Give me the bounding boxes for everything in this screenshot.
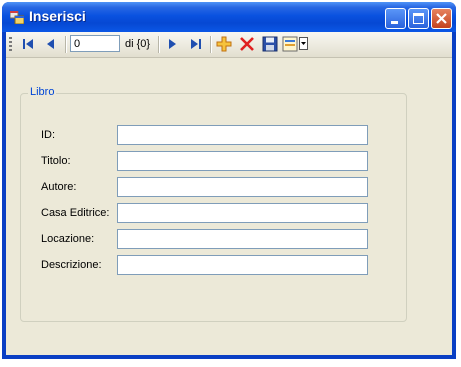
data-dropdown-icon[interactable] <box>281 35 299 53</box>
toolbar-separator <box>158 36 160 53</box>
toolbar-grip[interactable] <box>9 37 12 52</box>
locazione-field[interactable] <box>117 229 368 249</box>
close-button[interactable] <box>431 8 452 29</box>
delete-icon[interactable] <box>238 35 256 53</box>
chevron-down-icon[interactable] <box>299 37 308 50</box>
move-last-icon[interactable] <box>187 35 205 53</box>
position-input[interactable] <box>70 35 120 52</box>
id-label: ID: <box>41 129 56 141</box>
maximize-icon <box>413 13 424 24</box>
locazione-label: Locazione: <box>41 233 95 245</box>
add-new-icon[interactable] <box>215 35 233 53</box>
group-title: Libro <box>28 86 57 98</box>
toolbar-separator <box>210 36 212 53</box>
descrizione-label: Descrizione: <box>41 259 102 271</box>
titolo-label: Titolo: <box>41 155 71 167</box>
casa-editrice-field[interactable] <box>117 203 368 223</box>
count-label: di {0} <box>125 38 151 50</box>
title-bar[interactable]: Inserisci <box>2 2 456 32</box>
window: Inserisci di {0} <box>2 2 456 359</box>
titolo-field[interactable] <box>117 151 368 171</box>
window-frame-bottom[interactable] <box>2 355 456 359</box>
autore-label: Autore: <box>41 181 77 193</box>
toolbar-separator <box>65 36 67 53</box>
casa-editrice-label: Casa Editrice: <box>41 207 110 219</box>
window-title: Inserisci <box>29 8 86 24</box>
close-icon <box>436 13 447 24</box>
move-previous-icon[interactable] <box>42 35 60 53</box>
form-client-area: di {0} <box>6 32 452 355</box>
autore-field[interactable] <box>117 177 368 197</box>
descrizione-field[interactable] <box>117 255 368 275</box>
save-icon[interactable] <box>261 35 279 53</box>
minimize-icon <box>391 21 398 24</box>
minimize-button[interactable] <box>385 8 406 29</box>
maximize-button[interactable] <box>408 8 429 29</box>
move-first-icon[interactable] <box>19 35 37 53</box>
move-next-icon[interactable] <box>163 35 181 53</box>
id-field[interactable] <box>117 125 368 145</box>
form-app-icon <box>10 11 24 24</box>
binding-navigator: di {0} <box>6 32 452 58</box>
